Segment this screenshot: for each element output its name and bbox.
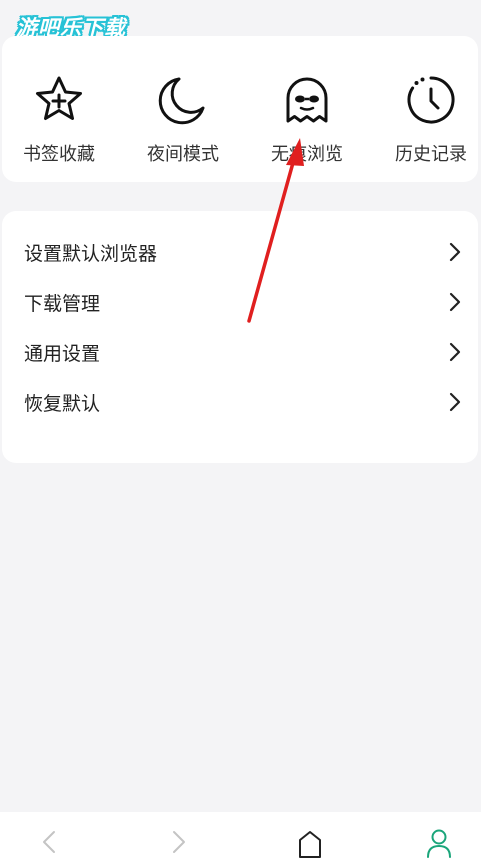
chevron-right-icon: [449, 392, 461, 412]
home-icon: [299, 831, 321, 858]
incognito-label: 无痕浏览: [271, 144, 343, 165]
chevron-right-icon: [449, 292, 461, 312]
ghost-icon: [286, 77, 328, 123]
bookmarks-button[interactable]: 书签收藏: [4, 72, 114, 166]
settings-card: 设置默认浏览器 下载管理 通用设置 恢复默认: [2, 211, 478, 463]
chevron-right-icon: [449, 242, 461, 262]
incognito-button[interactable]: 无痕浏览: [252, 72, 362, 166]
back-button[interactable]: [32, 824, 68, 860]
chevron-right-icon: [449, 342, 461, 362]
setting-general-label: 通用设置: [24, 343, 101, 365]
bookmarks-label: 书签收藏: [23, 144, 95, 165]
history-button[interactable]: 历史记录: [376, 72, 481, 166]
night-mode-button[interactable]: 夜间模式: [128, 72, 238, 166]
setting-download-manager-label: 下载管理: [24, 293, 101, 315]
forward-icon: [173, 831, 185, 853]
star-plus-icon: [36, 76, 82, 120]
profile-icon: [427, 829, 451, 858]
setting-restore-default[interactable]: 恢复默认: [2, 377, 478, 427]
setting-default-browser[interactable]: 设置默认浏览器: [2, 227, 478, 277]
forward-button[interactable]: [160, 824, 196, 860]
history-clock-icon: [407, 76, 455, 124]
home-button[interactable]: [292, 824, 328, 860]
history-label: 历史记录: [395, 144, 467, 165]
bottom-nav-bar: [0, 812, 481, 862]
profile-button[interactable]: [421, 824, 457, 860]
setting-restore-default-label: 恢复默认: [24, 393, 101, 415]
setting-download-manager[interactable]: 下载管理: [2, 277, 478, 327]
quick-actions-card: 书签收藏 夜间模式 无痕浏览 历史记录: [2, 36, 478, 182]
moon-icon: [158, 77, 205, 125]
back-icon: [43, 831, 55, 853]
setting-default-browser-label: 设置默认浏览器: [24, 243, 158, 265]
night-mode-label: 夜间模式: [147, 144, 219, 165]
setting-general[interactable]: 通用设置: [2, 327, 478, 377]
